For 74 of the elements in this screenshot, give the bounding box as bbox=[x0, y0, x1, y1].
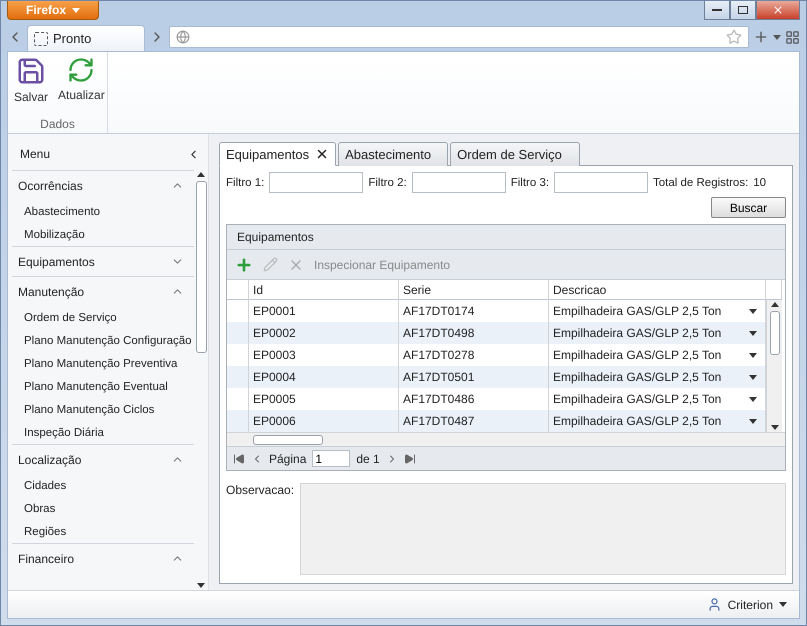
grid-icon[interactable] bbox=[785, 30, 800, 44]
globe-icon bbox=[176, 30, 190, 44]
dropdown-icon[interactable] bbox=[779, 602, 787, 607]
dropdown-icon[interactable] bbox=[749, 352, 757, 358]
ribbon-group-label: Dados bbox=[39, 117, 76, 131]
table-cell: EP0002 bbox=[249, 322, 399, 344]
close-button[interactable] bbox=[756, 1, 800, 20]
close-icon bbox=[772, 4, 784, 16]
filter-field[interactable] bbox=[554, 172, 648, 193]
menu-item[interactable]: Cidades bbox=[12, 474, 194, 497]
menu-section[interactable]: Manutenção bbox=[12, 276, 194, 306]
minimize-button[interactable] bbox=[704, 1, 730, 20]
table-cell: EP0004 bbox=[249, 366, 399, 388]
menu-item[interactable]: Plano Manutenção Ciclos bbox=[12, 398, 194, 421]
filter-label: Filtro 2: bbox=[368, 176, 407, 188]
tab[interactable]: Ordem de Serviço bbox=[450, 142, 580, 166]
menu-item[interactable]: Regiões bbox=[12, 520, 194, 543]
user-name[interactable]: Criterion bbox=[728, 598, 773, 612]
menu-item[interactable]: Obras bbox=[12, 497, 194, 520]
browser-tab[interactable]: Pronto bbox=[27, 25, 145, 51]
last-page-icon[interactable] bbox=[404, 452, 416, 464]
save-button[interactable]: Salvar bbox=[12, 56, 50, 104]
menu-item[interactable]: Inspeção Diária bbox=[12, 421, 194, 444]
menu-item[interactable]: Plano Manutenção Configuração bbox=[12, 329, 194, 352]
total-value: 10 bbox=[753, 176, 766, 188]
menu-item[interactable]: Ordem de Serviço bbox=[12, 306, 194, 329]
table-cell: AF17DT0501 bbox=[399, 366, 549, 388]
maximize-button[interactable] bbox=[730, 1, 756, 20]
plus-icon[interactable] bbox=[753, 29, 769, 45]
page-count: de 1 bbox=[356, 452, 380, 466]
table-cell: AF17DT0487 bbox=[399, 410, 549, 432]
first-page-icon[interactable] bbox=[233, 452, 245, 464]
grid-vertical-scrollbar[interactable] bbox=[766, 300, 782, 432]
observation-field[interactable] bbox=[300, 483, 786, 575]
menu-section[interactable]: Financeiro bbox=[12, 543, 194, 573]
menu-section[interactable]: Equipamentos bbox=[12, 246, 194, 276]
minimize-icon bbox=[712, 8, 722, 12]
observation-label: Observacao: bbox=[226, 483, 294, 499]
user-icon bbox=[706, 597, 722, 612]
total-label: Total de Registros: bbox=[653, 176, 748, 188]
menu-section[interactable]: Localização bbox=[12, 444, 194, 474]
grid-horizontal-scrollbar[interactable] bbox=[227, 432, 785, 446]
menu-item[interactable]: Plano Manutenção Eventual bbox=[12, 375, 194, 398]
dropdown-icon[interactable] bbox=[749, 374, 757, 380]
filter-field[interactable] bbox=[269, 172, 364, 193]
refresh-icon bbox=[67, 56, 96, 84]
menu-item[interactable]: Mobilização bbox=[12, 223, 194, 246]
menu-section[interactable]: Ocorrências bbox=[12, 170, 194, 200]
sidebar-scrollbar[interactable] bbox=[194, 170, 208, 590]
dropdown-icon[interactable] bbox=[749, 330, 757, 336]
page-field[interactable]: 1 bbox=[312, 450, 350, 467]
menu-item[interactable]: Abastecimento bbox=[12, 200, 194, 223]
table-cell: Empilhadeira GAS/GLP 2,5 Ton bbox=[549, 322, 766, 344]
grid-title: Equipamentos bbox=[237, 230, 314, 244]
filter-field[interactable] bbox=[412, 172, 506, 193]
filter-label: Filtro 1: bbox=[226, 176, 264, 188]
page-label: Página bbox=[269, 452, 306, 466]
filter-label: Filtro 3: bbox=[510, 176, 550, 188]
tab[interactable]: Equipamentos bbox=[219, 142, 336, 166]
dropdown-icon[interactable] bbox=[749, 418, 757, 424]
menu-title: Menu bbox=[20, 147, 50, 161]
add-icon[interactable] bbox=[235, 256, 253, 274]
maximize-icon bbox=[738, 6, 748, 14]
menu-item[interactable]: Plano Manutenção Preventiva bbox=[12, 352, 194, 375]
table-cell: EP0006 bbox=[249, 410, 399, 432]
dropdown-icon[interactable] bbox=[749, 396, 757, 402]
refresh-button[interactable]: Atualizar bbox=[56, 56, 107, 104]
table-cell: AF17DT0498 bbox=[399, 322, 549, 344]
table-cell: Empilhadeira GAS/GLP 2,5 Ton bbox=[549, 366, 766, 388]
tab[interactable]: Abastecimento bbox=[338, 142, 448, 166]
star-icon[interactable] bbox=[726, 29, 742, 45]
dropdown-icon[interactable] bbox=[749, 308, 757, 314]
table-cell: Empilhadeira GAS/GLP 2,5 Ton bbox=[549, 410, 766, 432]
search-button[interactable]: Buscar bbox=[711, 197, 786, 218]
